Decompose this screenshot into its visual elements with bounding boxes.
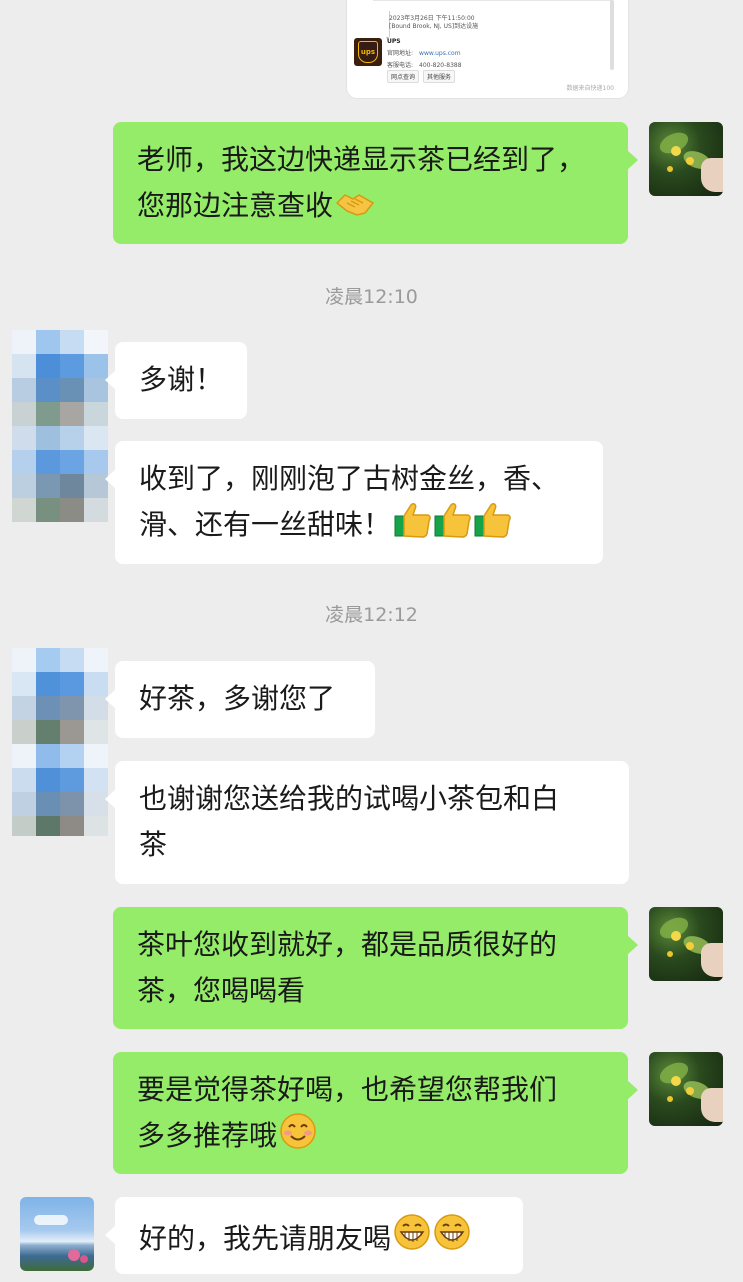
grinning-emoji-icon [393, 1212, 473, 1252]
message-text: 好茶，多谢您了 [139, 682, 336, 715]
message-text: 好的，我先请朋友喝 [139, 1222, 392, 1255]
message-text: 多谢！ [139, 363, 224, 396]
avatar-contact-pixelated[interactable] [12, 648, 108, 836]
avatar-self[interactable] [649, 907, 723, 981]
pixelated-image [12, 330, 108, 522]
message-text: 也谢谢您送给我的试喝小茶包和白 茶 [139, 782, 560, 861]
avatar-self[interactable] [649, 122, 723, 196]
thumbs-up-emoji-icon [393, 502, 511, 538]
ups-shield-icon: ups [358, 41, 378, 63]
other-services-button[interactable]: 其他服务 [423, 70, 456, 83]
carrier-website-row: 官网地址: www.ups.com [387, 48, 462, 60]
message-bubble-incoming[interactable]: 收到了，刚刚泡了古树金丝，香、 滑、还有一丝甜味！ [105, 441, 603, 564]
message-bubble-incoming[interactable]: 好茶，多谢您了 [105, 661, 375, 738]
carrier-info: UPS 官网地址: www.ups.com 客服电话: 400-820-8388 [387, 36, 462, 72]
avatar-self[interactable] [649, 1052, 723, 1126]
avatar-contact-landscape[interactable] [20, 1197, 94, 1271]
avatar-contact-pixelated[interactable] [12, 330, 108, 524]
website-link[interactable]: www.ups.com [419, 50, 461, 57]
phone-label: 客服电话: [387, 62, 414, 69]
ups-logo: ups [354, 38, 382, 66]
carrier-buttons: 网点查询 其他服务 [387, 70, 456, 83]
message-bubble-incoming[interactable]: 多谢！ [105, 342, 247, 419]
tracking-entry: 2023年3月26日 下午11:50:00 [Bound Brook, NJ, … [373, 0, 613, 42]
tracking-location: [Bound Brook, NJ, US]到达设施 [389, 23, 479, 30]
shared-tracking-card[interactable]: 2023年3月26日 下午11:50:00 [Bound Brook, NJ, … [347, 0, 628, 98]
smiling-blush-emoji-icon [279, 1113, 317, 1149]
card-scrollbar[interactable] [610, 0, 614, 70]
pixelated-image [12, 648, 108, 836]
website-label: 官网地址: [387, 50, 414, 57]
tracking-card-content: 2023年3月26日 下午11:50:00 [Bound Brook, NJ, … [353, 0, 613, 83]
phone-number[interactable]: 400-820-8388 [419, 62, 462, 69]
message-bubble-incoming[interactable]: 也谢谢您送给我的试喝小茶包和白 茶 [105, 761, 629, 884]
card-source-footer: 数据来自快递100 [566, 85, 614, 92]
chat-timestamp: 凌晨12:10 [325, 286, 418, 308]
message-bubble-incoming[interactable]: 好的，我先请朋友喝 [105, 1197, 523, 1274]
handshake-emoji-icon [335, 189, 375, 219]
chat-timestamp: 凌晨12:12 [325, 604, 418, 626]
carrier-name: UPS [387, 38, 401, 45]
outlet-search-button[interactable]: 网点查询 [387, 70, 420, 83]
message-bubble-outgoing[interactable]: 要是觉得茶好喝，也希望您帮我们 多多推荐哦 [113, 1052, 638, 1174]
message-text: 要是觉得茶好喝，也希望您帮我们 多多推荐哦 [137, 1073, 558, 1152]
message-text: 茶叶您收到就好，都是品质很好的 茶，您喝喝看 [137, 928, 558, 1007]
message-bubble-outgoing[interactable]: 老师，我这边快递显示茶已经到了， 您那边注意查收 [113, 122, 638, 244]
message-bubble-outgoing[interactable]: 茶叶您收到就好，都是品质很好的 茶，您喝喝看 [113, 907, 638, 1029]
